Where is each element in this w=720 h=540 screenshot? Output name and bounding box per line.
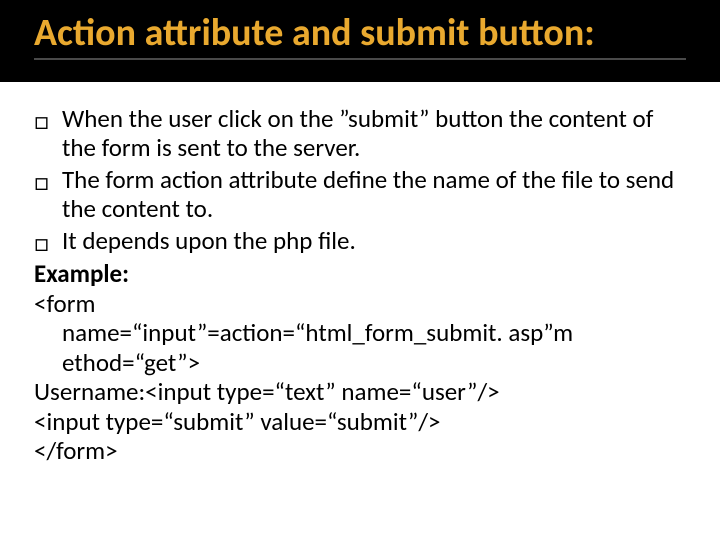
code-line: Username:<input type=“text” name=“user”/… [34,377,686,407]
example-label: Example: [34,259,686,289]
code-line: <form [34,289,686,319]
bullet-text: It depends upon the php file. [62,226,686,258]
code-line: ethod=“get”> [62,348,686,378]
square-bullet-icon: □ [34,165,62,224]
code-line: <input type=“submit” value=“submit”/> [34,407,686,437]
title-band: Action attribute and submit button: [0,0,720,82]
bullet-item: □ The form action attribute define the n… [34,165,686,224]
slide-body: □ When the user click on the ”submit” bu… [0,82,720,466]
bullet-text: The form action attribute define the nam… [62,165,686,224]
code-line: name=“input”=action=“html_form_submit. a… [62,318,686,348]
bullet-item: □ When the user click on the ”submit” bu… [34,104,686,163]
slide-title: Action attribute and submit button: [34,14,686,54]
code-line: </form> [34,436,686,466]
bullet-item: □ It depends upon the php file. [34,226,686,258]
slide: Action attribute and submit button: □ Wh… [0,0,720,540]
square-bullet-icon: □ [34,226,62,258]
bullet-text: When the user click on the ”submit” butt… [62,104,686,163]
square-bullet-icon: □ [34,104,62,163]
title-underline: Action attribute and submit button: [34,14,686,60]
